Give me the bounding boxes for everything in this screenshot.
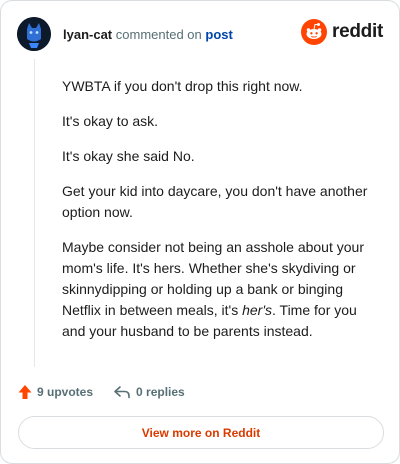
- reply-count: 0 replies: [136, 385, 185, 399]
- comment-body: YWBTA if you don't drop this right now. …: [62, 76, 382, 356]
- reddit-wordmark: reddit: [332, 21, 383, 42]
- emphasized-text: her's: [242, 302, 273, 318]
- comment-header: lyan-cat commented on post reddit: [17, 17, 383, 51]
- view-more-button[interactable]: View more on Reddit: [18, 416, 384, 449]
- comment-embed-card: lyan-cat commented on post reddit YWBTA …: [0, 0, 400, 464]
- reply-button[interactable]: 0 replies: [113, 385, 185, 399]
- post-link[interactable]: post: [205, 27, 232, 42]
- comment-actions: 9 upvotes 0 replies: [18, 382, 185, 402]
- upvote-button[interactable]: 9 upvotes: [18, 384, 93, 400]
- comment-paragraph: Get your kid into daycare, you don't hav…: [62, 183, 368, 220]
- comment-paragraph: YWBTA if you don't drop this right now.: [62, 78, 303, 94]
- action-text: commented on: [115, 26, 202, 42]
- reply-arrow-icon: [114, 386, 130, 399]
- reddit-logo[interactable]: reddit: [301, 19, 383, 45]
- comment-paragraph: Maybe consider not being an asshole abou…: [62, 237, 382, 342]
- upvote-count: 9 upvotes: [37, 385, 94, 399]
- comment-paragraph: It's okay she said No.: [62, 148, 195, 164]
- reddit-snoo-icon: [301, 19, 328, 45]
- author-line: lyan-cat commented on post: [63, 27, 233, 42]
- upvote-arrow-icon: [18, 385, 32, 399]
- comment-paragraph: It's okay to ask.: [62, 113, 159, 129]
- thread-line: [34, 59, 35, 367]
- author-name[interactable]: lyan-cat: [63, 27, 112, 42]
- cat-avatar-icon: [17, 17, 51, 51]
- user-avatar[interactable]: [17, 17, 51, 51]
